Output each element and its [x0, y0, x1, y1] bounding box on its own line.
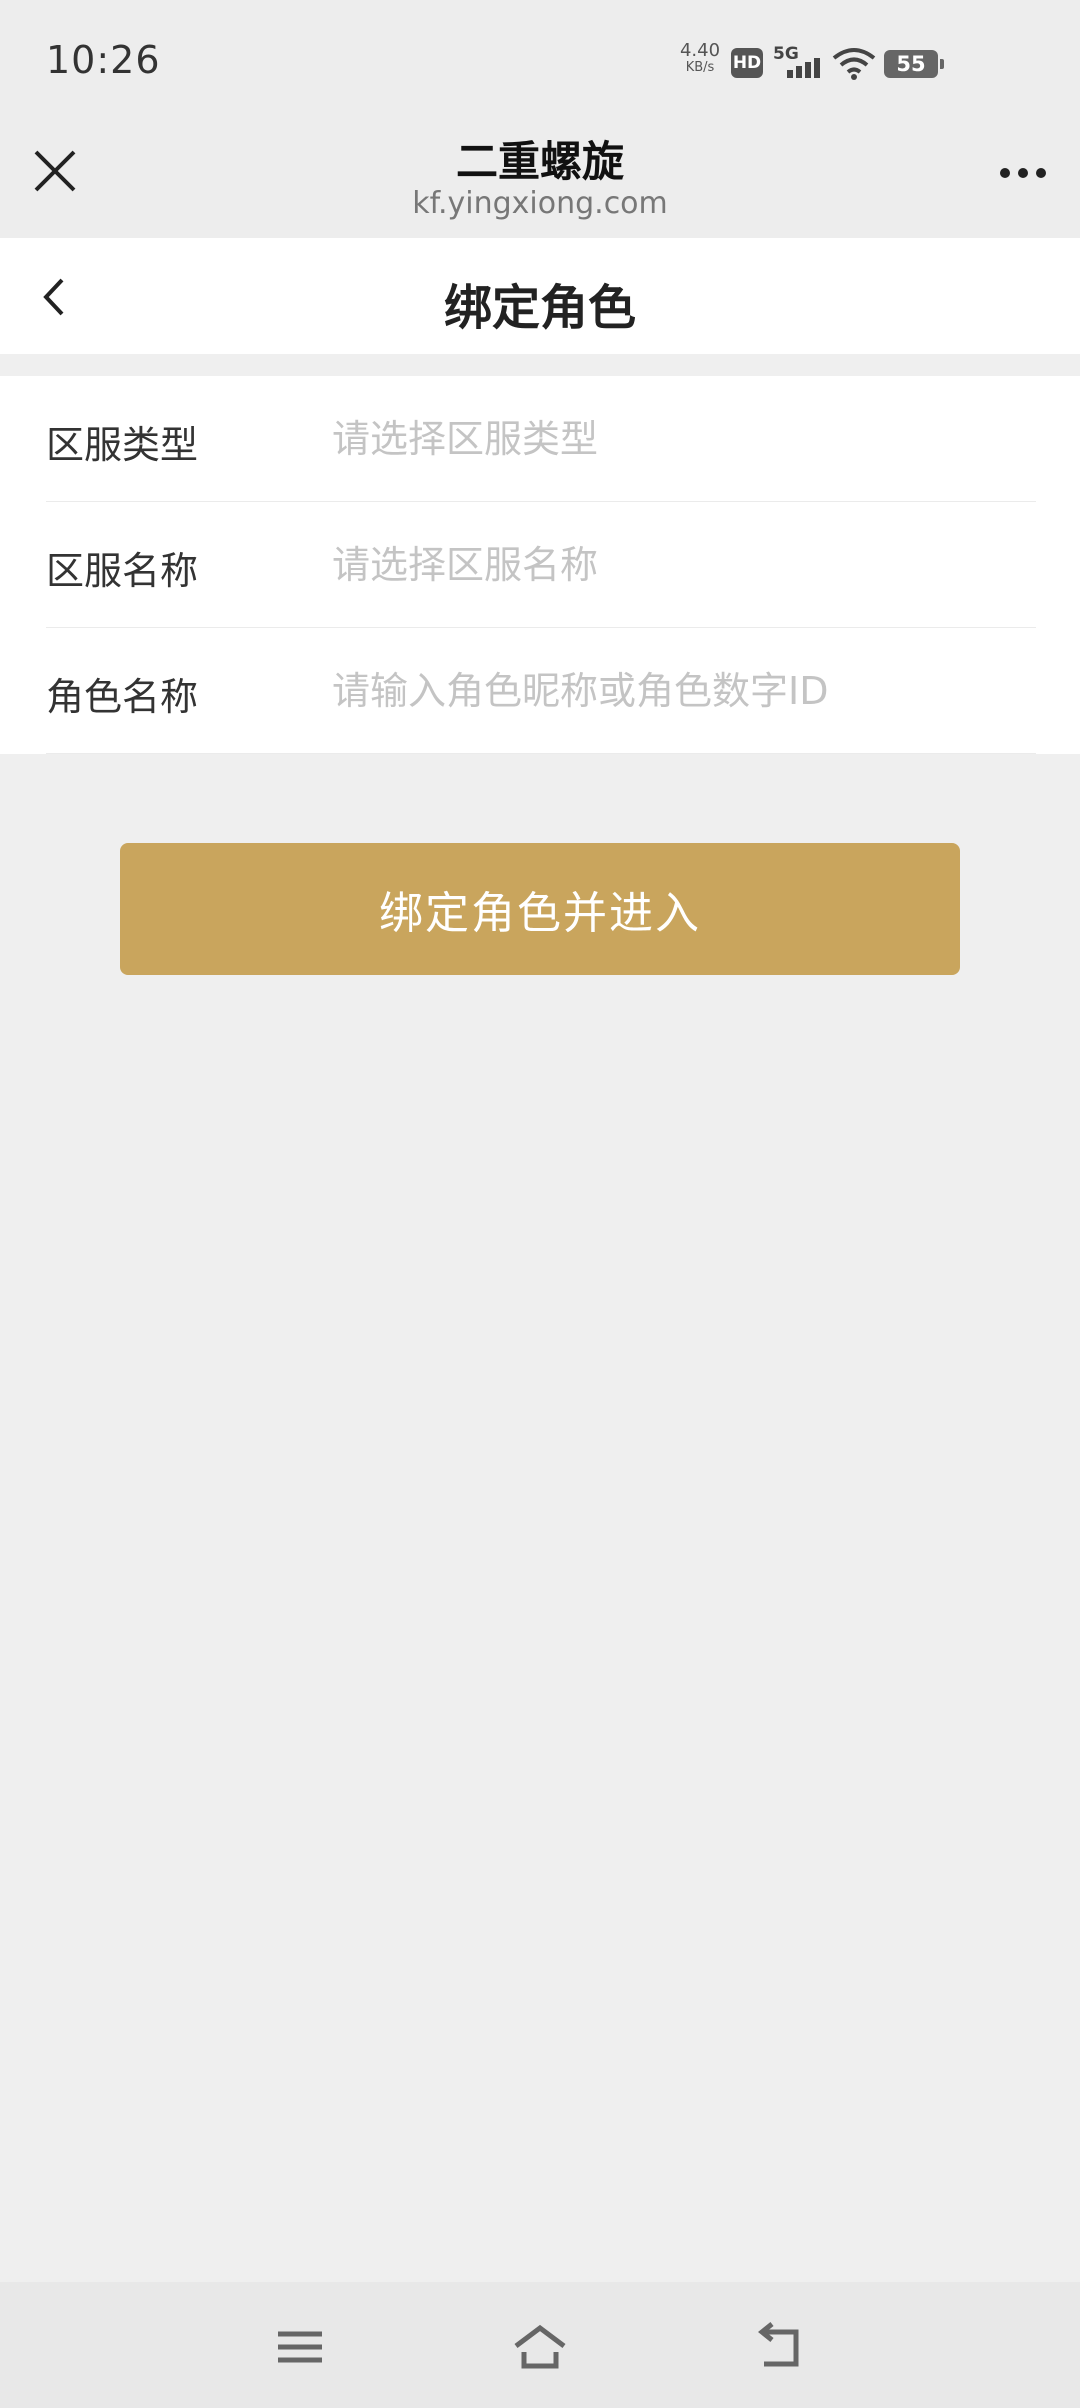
bind-role-submit-button[interactable]: 绑定角色并进入 [120, 843, 960, 975]
menu-icon[interactable] [272, 2322, 328, 2372]
more-dot [1036, 168, 1046, 178]
server-name-row[interactable]: 区服名称 [46, 502, 1036, 628]
network-speed-value: 4.40 [679, 40, 721, 61]
browser-bar: 二重螺旋 kf.yingxiong.com [0, 120, 1080, 238]
network-speed-unit: KB/s [685, 60, 715, 75]
back-icon[interactable] [752, 2322, 808, 2372]
server-name-select[interactable] [332, 530, 1032, 600]
browser-url: kf.yingxiong.com [412, 186, 668, 221]
server-type-select[interactable] [332, 404, 1032, 474]
page-title: 绑定角色 [443, 280, 636, 336]
network-speed: 4.40 KB/s [678, 40, 722, 75]
nav-header: 绑定角色 [0, 238, 1080, 354]
bind-role-form: 区服类型 区服名称 角色名称 [0, 376, 1080, 754]
more-icon[interactable] [996, 158, 1056, 188]
signal-bars-icon: 5G [773, 44, 823, 80]
role-name-row[interactable]: 角色名称 [46, 628, 1036, 754]
battery-icon: 55 [884, 50, 944, 78]
server-name-label: 区服名称 [46, 549, 199, 593]
role-name-input[interactable] [332, 656, 1032, 726]
server-type-row[interactable]: 区服类型 [46, 376, 1036, 502]
browser-page-title: 二重螺旋 [455, 137, 624, 186]
status-time: 10:26 [46, 38, 161, 82]
wifi-icon [832, 48, 876, 80]
server-type-label: 区服类型 [46, 423, 199, 467]
home-icon[interactable] [512, 2322, 568, 2372]
hd-badge: HD [731, 48, 763, 78]
status-bar: 10:26 4.40 KB/s HD 5G 55 [0, 0, 1080, 120]
system-nav-bar [0, 2282, 1080, 2408]
network-type-label: 5G [773, 44, 799, 64]
role-name-label: 角色名称 [46, 675, 199, 719]
more-dot [1018, 168, 1028, 178]
more-dot [1000, 168, 1010, 178]
